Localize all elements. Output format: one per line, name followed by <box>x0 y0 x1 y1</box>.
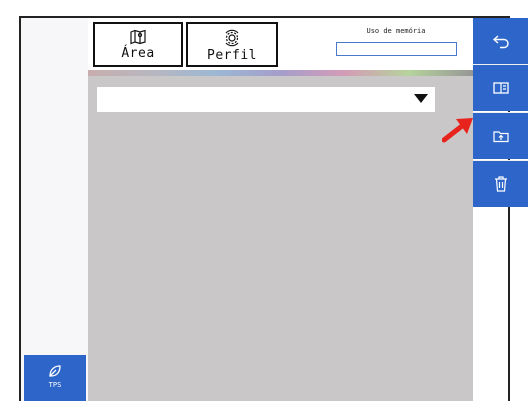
trash-icon <box>494 176 507 192</box>
folder-export-icon <box>492 131 509 143</box>
leaf-icon <box>49 365 61 377</box>
sidebar-divider <box>473 160 528 161</box>
map-icon <box>130 29 146 45</box>
tab-area[interactable]: Área <box>93 22 183 67</box>
sidebar-divider <box>473 112 528 113</box>
red-arrow-annotation <box>442 118 473 143</box>
content-panel <box>88 76 473 401</box>
tab-perfil[interactable]: Perfil <box>186 22 278 67</box>
left-column <box>21 18 88 401</box>
delete-button[interactable] <box>473 161 528 207</box>
tps-button[interactable]: TPS <box>24 355 86 401</box>
profile-dropdown[interactable] <box>97 87 435 112</box>
columns-button[interactable] <box>473 65 528 111</box>
memory-label: Uso de memória <box>366 27 426 35</box>
sidebar-divider <box>473 64 528 65</box>
tab-area-label: Área <box>121 46 155 61</box>
chevron-down-icon[interactable] <box>414 94 428 103</box>
memory-bar <box>336 42 457 56</box>
back-icon <box>492 35 509 49</box>
tps-label: TPS <box>48 381 62 389</box>
memory-usage: Uso de memória <box>330 27 462 56</box>
export-folder-button[interactable] <box>473 113 528 159</box>
columns-icon <box>492 82 509 94</box>
gear-refresh-icon <box>225 29 239 47</box>
tab-perfil-label: Perfil <box>207 48 257 63</box>
back-button[interactable] <box>473 18 528 64</box>
